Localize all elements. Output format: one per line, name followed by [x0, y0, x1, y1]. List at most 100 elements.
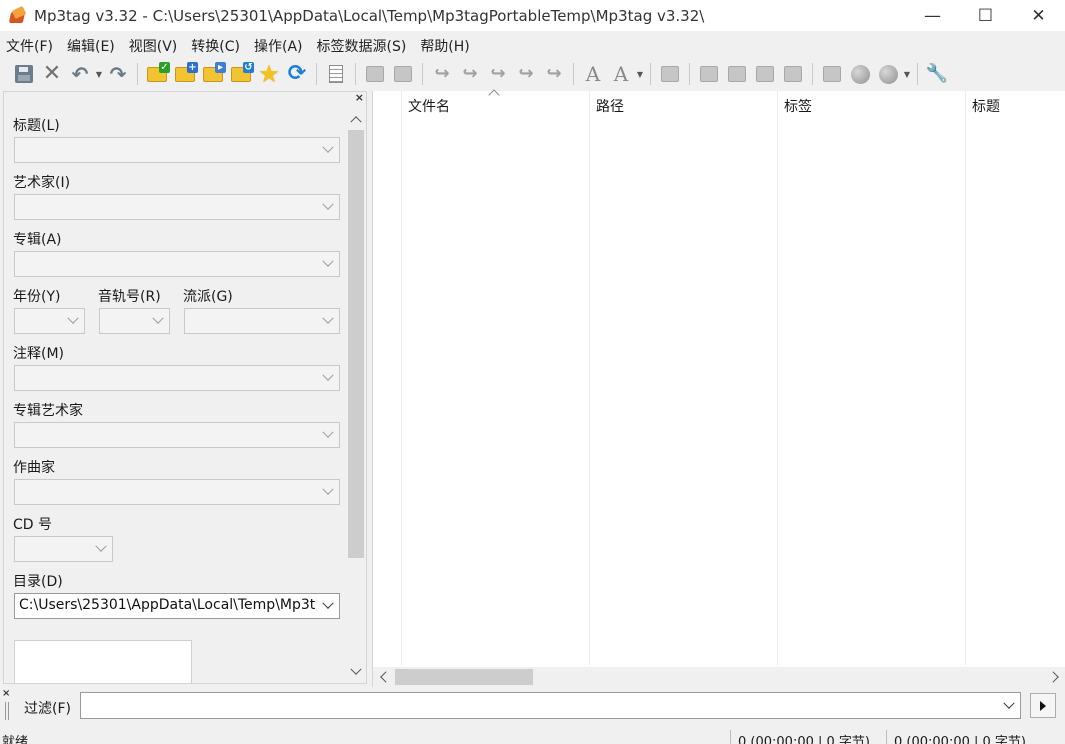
column-tag[interactable]: 标签: [784, 96, 812, 116]
album-combo[interactable]: [14, 251, 340, 277]
maximize-button[interactable]: ☐: [959, 0, 1012, 31]
tag-to-tag-button[interactable]: ↪: [484, 61, 512, 87]
title-combo[interactable]: [14, 137, 340, 163]
menu-convert[interactable]: 转换(C): [191, 36, 240, 56]
case-conversion-button[interactable]: A: [579, 61, 607, 87]
close-button[interactable]: ✕: [1012, 0, 1065, 31]
composer-combo[interactable]: [14, 479, 340, 505]
web-source-button[interactable]: [846, 61, 874, 87]
case-conversion-icon: A: [585, 62, 601, 86]
chevron-down-icon: [321, 314, 335, 328]
scroll-down-icon[interactable]: [346, 663, 366, 681]
font-actions-icon: A: [613, 62, 629, 86]
filter-apply-button[interactable]: [1030, 693, 1056, 718]
album-artist-combo[interactable]: [14, 422, 340, 448]
menu-tag-sources[interactable]: 标签数据源(S): [317, 36, 407, 56]
status-text: 就绪: [2, 735, 29, 744]
remove-tag-button[interactable]: ✕: [38, 61, 66, 87]
scrollbar-thumb[interactable]: [395, 669, 533, 685]
chevron-down-icon: [321, 599, 335, 613]
filename-to-tag-button[interactable]: ↪: [456, 61, 484, 87]
year-combo[interactable]: [14, 308, 85, 334]
wrench-icon: 🔧: [925, 63, 949, 84]
comment-label: 注释(M): [13, 346, 65, 362]
title-bar: Mp3tag v3.32 - C:\Users\25301\AppData\Lo…: [0, 0, 1065, 31]
undo-dropdown-chevron-icon[interactable]: ▼: [94, 70, 104, 79]
tag-fields: 标题(L) 艺术家(I) 专辑(A) 年份(Y) 音轨号(R) 流派(G) 注释…: [4, 100, 346, 683]
status-selected: 0 (00:00:00 | 0 字节): [738, 735, 870, 744]
convert-button-1[interactable]: [695, 61, 723, 87]
artist-combo[interactable]: [14, 194, 340, 220]
column-divider[interactable]: [589, 91, 590, 665]
refresh-icon: ⟳: [287, 61, 307, 86]
column-divider[interactable]: [965, 91, 966, 665]
column-path[interactable]: 路径: [596, 96, 624, 116]
export-config-button[interactable]: [389, 61, 417, 87]
tag-to-filename-button[interactable]: ↪: [428, 61, 456, 87]
add-directory-button[interactable]: +: [171, 61, 199, 87]
window-title: Mp3tag v3.32 - C:\Users\25301\AppData\Lo…: [34, 6, 705, 25]
toolbar-divider: [316, 63, 317, 85]
refresh-button[interactable]: ⟳: [283, 61, 311, 87]
directory-label: 目录(D): [13, 574, 63, 590]
tag-panel-scrollbar[interactable]: [346, 110, 366, 681]
scrollbar-thumb[interactable]: [348, 130, 364, 558]
favorites-button[interactable]: ★: [255, 61, 283, 87]
column-filename[interactable]: 文件名: [408, 96, 450, 116]
text-file-to-tag-button[interactable]: ↪: [512, 61, 540, 87]
file-list[interactable]: 文件名 路径 标签 标题: [372, 89, 1065, 687]
disc-number-combo[interactable]: [14, 536, 113, 562]
print-config-icon: [394, 66, 412, 82]
filename-to-tag-icon: ↪: [462, 63, 478, 84]
extended-tags-button[interactable]: [656, 61, 684, 87]
filter-close-icon[interactable]: ×: [2, 688, 10, 699]
options-button[interactable]: 🔧: [923, 61, 951, 87]
tag-sources-button[interactable]: [818, 61, 846, 87]
comment-combo[interactable]: [14, 365, 340, 391]
web-sources-button[interactable]: [874, 61, 902, 87]
change-directory-button[interactable]: ✓: [143, 61, 171, 87]
convert-button-2[interactable]: [723, 61, 751, 87]
actions-dropdown-chevron-icon[interactable]: ▼: [635, 70, 645, 79]
star-icon: ★: [258, 60, 280, 88]
redo-icon: ↷: [109, 62, 127, 86]
grip-handle-icon[interactable]: [5, 702, 9, 720]
tag-panel-toggle-button[interactable]: [322, 61, 350, 87]
scroll-up-icon[interactable]: [346, 110, 366, 128]
print-icon: [366, 66, 384, 82]
toolbar-divider: [917, 63, 918, 85]
menu-edit[interactable]: 编辑(E): [67, 36, 115, 56]
status-bar: 就绪 0 (00:00:00 | 0 字节) 0 (00:00:00 | 0 字…: [0, 728, 1065, 744]
column-divider[interactable]: [777, 91, 778, 665]
menu-file[interactable]: 文件(F): [6, 36, 53, 56]
web-sources-dropdown-chevron-icon[interactable]: ▼: [902, 70, 912, 79]
minimize-button[interactable]: —: [906, 0, 959, 31]
convert-button-3[interactable]: [751, 61, 779, 87]
menu-actions[interactable]: 操作(A): [254, 36, 303, 56]
file-list-scrollbar[interactable]: [373, 667, 1065, 687]
menu-view[interactable]: 视图(V): [129, 36, 178, 56]
undo-button[interactable]: ↶: [66, 61, 94, 87]
favorite-folder-button[interactable]: ↺: [227, 61, 255, 87]
open-playlist-button[interactable]: ▸: [199, 61, 227, 87]
autonumber-button[interactable]: ↪: [540, 61, 568, 87]
column-title[interactable]: 标题: [972, 96, 1000, 116]
track-combo[interactable]: [99, 308, 170, 334]
save-button[interactable]: [10, 61, 38, 87]
actions-button[interactable]: A: [607, 61, 635, 87]
filter-input[interactable]: [80, 692, 1021, 719]
convert-button-4[interactable]: [779, 61, 807, 87]
chevron-down-icon[interactable]: [1002, 699, 1016, 713]
menu-help[interactable]: 帮助(H): [420, 36, 469, 56]
cover-art-box[interactable]: [14, 640, 192, 683]
folder-playlist-icon: ▸: [203, 61, 226, 82]
export-button[interactable]: [361, 61, 389, 87]
genre-combo[interactable]: [184, 308, 340, 334]
status-total: 0 (00:00:00 | 0 字节): [894, 735, 1026, 744]
scroll-left-icon[interactable]: [373, 667, 393, 687]
scroll-right-icon[interactable]: [1046, 667, 1065, 687]
redo-button[interactable]: ↷: [104, 61, 132, 87]
tag-panel-close-icon[interactable]: ×: [355, 91, 364, 104]
directory-combo[interactable]: C:\Users\25301\AppData\Local\Temp\Mp3tag…: [14, 593, 340, 619]
disc-number-label: CD 号: [13, 517, 53, 533]
